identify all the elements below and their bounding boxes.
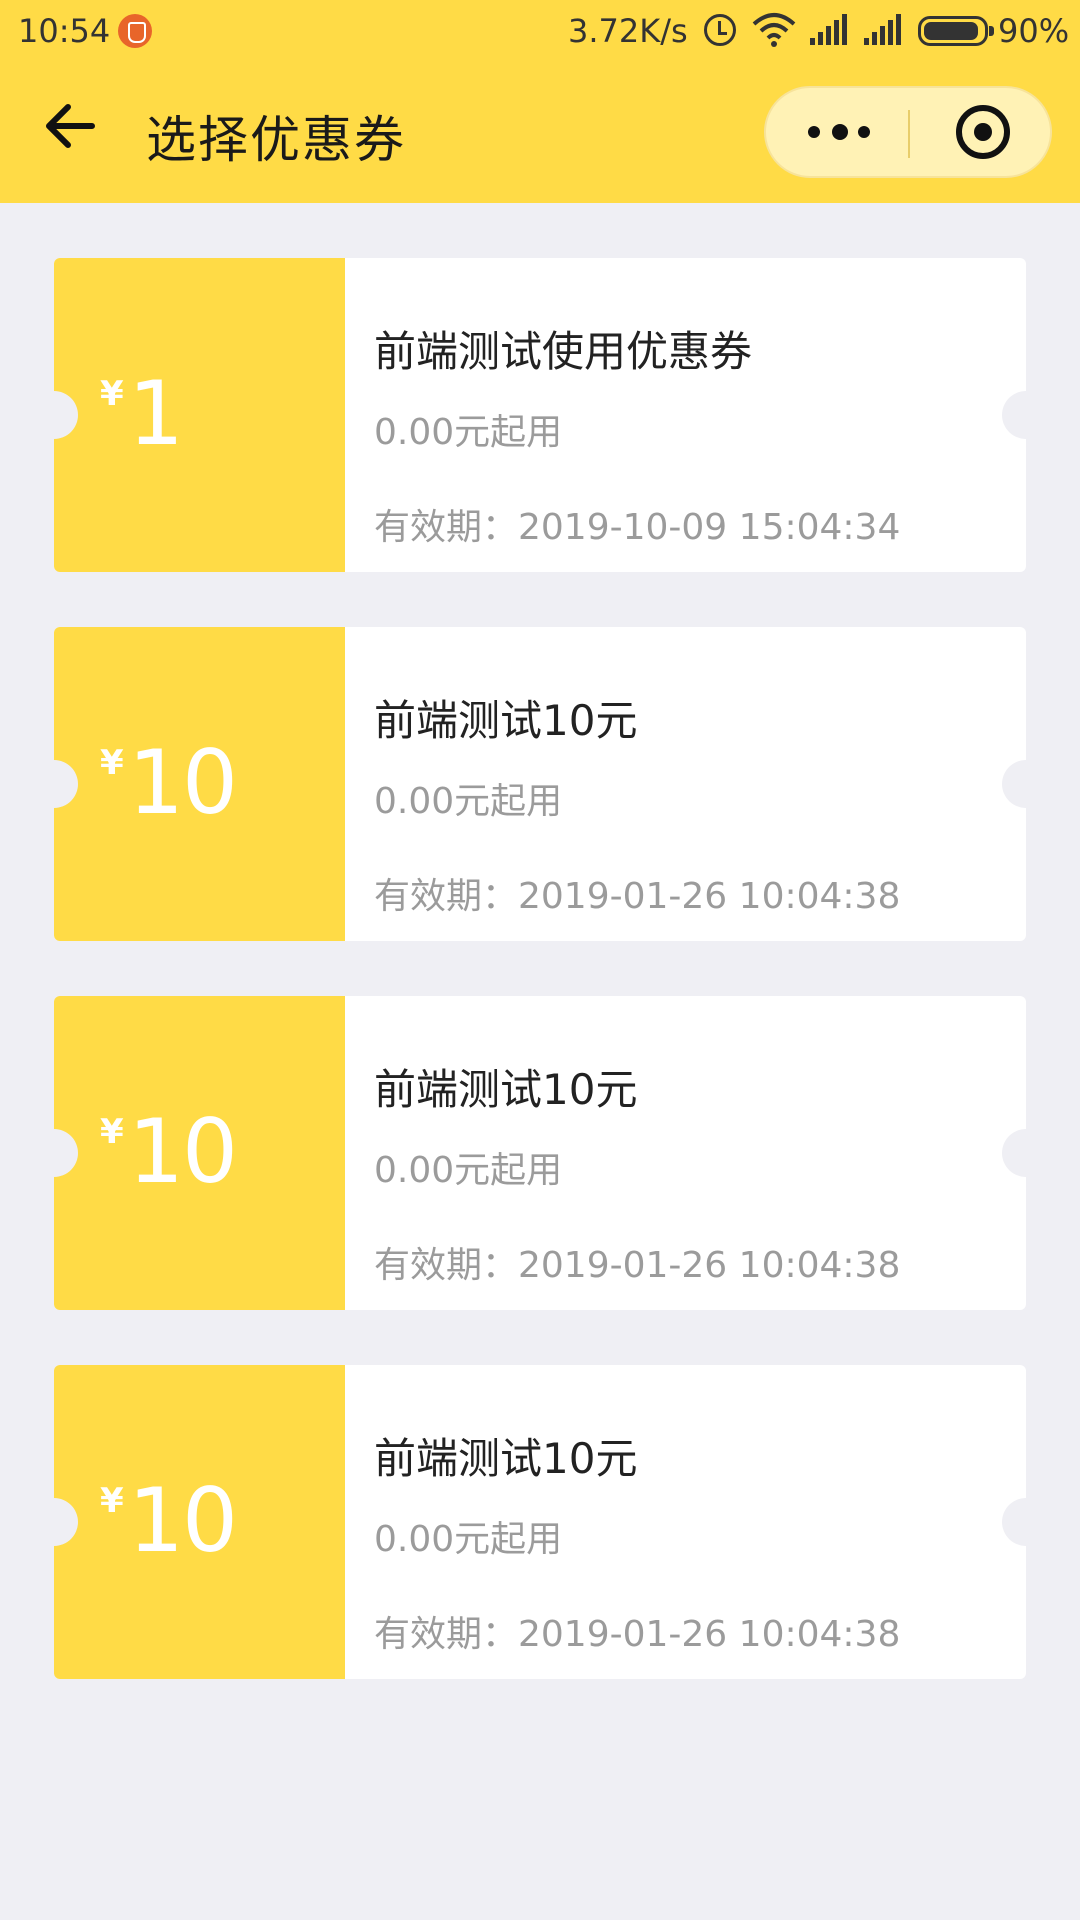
back-button[interactable] bbox=[40, 96, 100, 156]
ticket-notch bbox=[1002, 1498, 1026, 1546]
coupon-threshold: 0.00元起用 bbox=[374, 781, 563, 822]
coupon-list: ¥ 1 前端测试使用优惠券 0.00元起用 有效期：2019-10-09 15:… bbox=[54, 258, 1026, 1734]
coupon-threshold: 0.00元起用 bbox=[374, 412, 563, 453]
coupon-amount: 10 bbox=[128, 1469, 238, 1572]
coupon-name: 前端测试10元 bbox=[374, 1434, 638, 1483]
coupon-value-panel: ¥ 10 bbox=[54, 996, 345, 1310]
coupon-value-panel: ¥ 1 bbox=[54, 258, 345, 572]
currency-symbol: ¥ bbox=[100, 1481, 124, 1521]
coupon-name: 前端测试10元 bbox=[374, 1065, 638, 1114]
network-speed: 3.72K/s bbox=[568, 12, 688, 50]
signal-icon bbox=[810, 14, 847, 45]
coupon-amount: 1 bbox=[128, 362, 184, 465]
coupon-card[interactable]: ¥ 1 前端测试使用优惠券 0.00元起用 有效期：2019-10-09 15:… bbox=[54, 258, 1026, 572]
coupon-name: 前端测试10元 bbox=[374, 696, 638, 745]
signal-icon bbox=[864, 14, 901, 45]
shield-icon bbox=[118, 14, 152, 48]
arrow-left-icon bbox=[46, 104, 95, 148]
coupon-validity: 有效期：2019-10-09 15:04:34 bbox=[374, 507, 901, 548]
battery-icon bbox=[918, 16, 994, 46]
ticket-notch bbox=[1002, 760, 1026, 808]
ticket-notch bbox=[1002, 391, 1026, 439]
currency-symbol: ¥ bbox=[100, 374, 124, 414]
coupon-value-panel: ¥ 10 bbox=[54, 627, 345, 941]
alarm-icon bbox=[704, 14, 736, 46]
coupon-card[interactable]: ¥ 10 前端测试10元 0.00元起用 有效期：2019-01-26 10:0… bbox=[54, 627, 1026, 941]
status-bar: 10:54 3.72K/s 90% bbox=[0, 0, 1080, 62]
more-button[interactable] bbox=[766, 88, 909, 176]
header-bar: 10:54 3.72K/s 90% 选择优惠券 bbox=[0, 0, 1080, 203]
coupon-threshold: 0.00元起用 bbox=[374, 1519, 563, 1560]
currency-symbol: ¥ bbox=[100, 743, 124, 783]
coupon-card[interactable]: ¥ 10 前端测试10元 0.00元起用 有效期：2019-01-26 10:0… bbox=[54, 996, 1026, 1310]
coupon-validity: 有效期：2019-01-26 10:04:38 bbox=[374, 1614, 901, 1655]
status-time: 10:54 bbox=[18, 12, 111, 50]
coupon-name: 前端测试使用优惠券 bbox=[374, 327, 753, 376]
target-circle-icon bbox=[956, 105, 1010, 159]
page-title: 选择优惠券 bbox=[146, 111, 406, 169]
mini-program-capsule bbox=[764, 86, 1052, 178]
coupon-value-panel: ¥ 10 bbox=[54, 1365, 345, 1679]
coupon-card[interactable]: ¥ 10 前端测试10元 0.00元起用 有效期：2019-01-26 10:0… bbox=[54, 1365, 1026, 1679]
ticket-notch bbox=[1002, 1129, 1026, 1177]
currency-symbol: ¥ bbox=[100, 1112, 124, 1152]
close-button[interactable] bbox=[910, 88, 1052, 176]
coupon-amount: 10 bbox=[128, 731, 238, 834]
coupon-amount: 10 bbox=[128, 1100, 238, 1203]
coupon-validity: 有效期：2019-01-26 10:04:38 bbox=[374, 876, 901, 917]
battery-percent: 90% bbox=[998, 12, 1070, 50]
coupon-threshold: 0.00元起用 bbox=[374, 1150, 563, 1191]
wifi-icon bbox=[752, 13, 796, 47]
coupon-validity: 有效期：2019-01-26 10:04:38 bbox=[374, 1245, 901, 1286]
